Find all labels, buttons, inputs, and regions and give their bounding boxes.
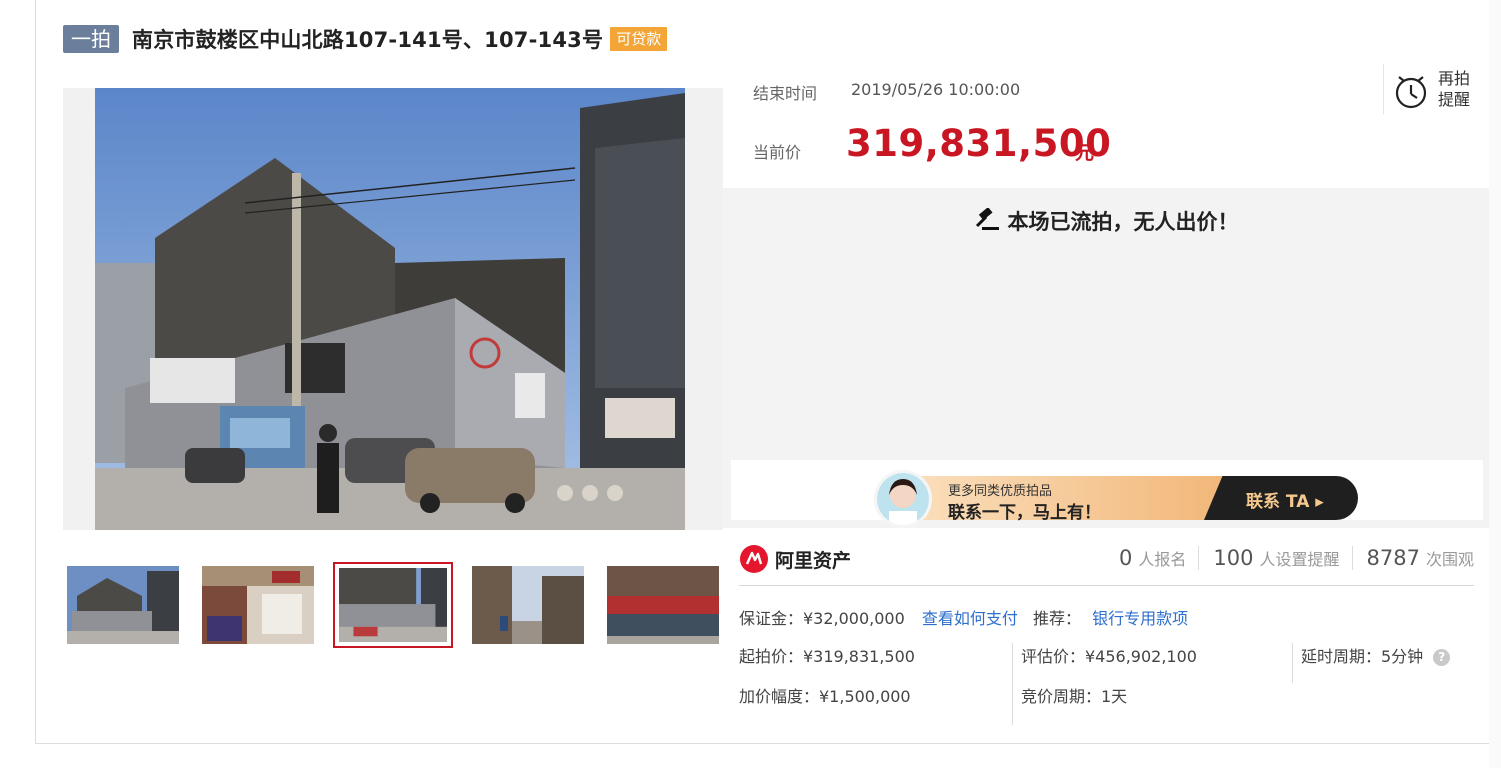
- promo-title: 联系一下，马上有！: [948, 503, 1101, 523]
- brand-row: 阿里资产 0 人报名 100 人设置提醒 8787 次围观: [739, 540, 1474, 586]
- promo-subtitle: 更多同类优质拍品: [948, 484, 1053, 499]
- start-price: 起拍价：¥319,831,500: [739, 647, 915, 666]
- stats-group: 0 人报名 100 人设置提醒 8787 次围观: [1105, 546, 1474, 570]
- remind-label: 再拍提醒: [1438, 69, 1471, 109]
- remind-button[interactable]: 再拍提醒: [1383, 64, 1483, 114]
- loan-badge[interactable]: 可贷款: [610, 27, 668, 51]
- stat-reminders-label: 人设置提醒: [1259, 550, 1340, 569]
- gavel-icon: [974, 207, 1000, 237]
- stat-reminders: 100 人设置提醒: [1198, 546, 1340, 570]
- auction-info: 结束时间 2019/05/26 10:00:00 当前价 319,831,500…: [723, 62, 1489, 188]
- deposit-row: 保证金：¥32,000,000 查看如何支付 推荐： 银行专用款项: [739, 605, 1188, 629]
- recommend-label: 推荐：: [1033, 609, 1082, 628]
- promo-banner[interactable]: 更多同类优质拍品 联系一下，马上有！ 联系 TA ▸: [874, 468, 1358, 528]
- page-title: 南京市鼓楼区中山北路107-141号、107-143号: [132, 28, 604, 52]
- stat-signups-label: 人报名: [1138, 550, 1187, 569]
- thumbnail-3[interactable]: [333, 562, 453, 648]
- stat-views: 8787 次围观: [1351, 546, 1474, 570]
- bid-cycle: 竞价周期：1天: [1021, 687, 1128, 706]
- auction-status: 本场已流拍，无人出价！: [723, 206, 1489, 237]
- deposit-value: 保证金：¥32,000,000: [739, 609, 905, 628]
- thumb-old-street: [472, 566, 584, 644]
- stat-views-label: 次围观: [1425, 550, 1474, 569]
- details-col-2: 评估价：¥456,902,100 竞价周期：1天: [1012, 643, 1197, 725]
- title-row: 一拍 南京市鼓楼区中山北路107-141号、107-143号 可贷款: [63, 24, 668, 54]
- details-col-3: 延时周期：5分钟?: [1292, 643, 1451, 683]
- thumbnail-1[interactable]: [63, 562, 183, 648]
- brand-name: 阿里资产: [775, 550, 852, 572]
- end-time-value: 2019/05/26 10:00:00: [851, 80, 1021, 99]
- thumb-shop-row: [607, 566, 719, 644]
- main-photo-image: [95, 88, 685, 530]
- contact-button[interactable]: 联系 TA ▸: [1246, 487, 1324, 512]
- delay-cycle: 延时周期：5分钟: [1301, 647, 1424, 666]
- round-badge: 一拍: [63, 25, 119, 53]
- avatar: [874, 470, 932, 528]
- main-photo[interactable]: [63, 88, 723, 530]
- thumb-building-front: [67, 566, 179, 644]
- ali-assets-logo-icon: [739, 544, 769, 578]
- thumbnail-5[interactable]: [603, 562, 723, 648]
- current-price-label: 当前价: [753, 143, 802, 162]
- status-panel: 本场已流拍，无人出价！ 更多同类优质拍品 联系一下，马上有！ 联系 TA ▸: [723, 188, 1489, 528]
- stat-reminders-count: 100: [1213, 546, 1254, 570]
- stat-signups: 0 人报名: [1105, 546, 1186, 570]
- thumbnail-strip: [63, 562, 723, 648]
- alarm-clock-icon: [1395, 76, 1427, 109]
- delay-cycle-row: 延时周期：5分钟?: [1301, 643, 1451, 683]
- help-icon[interactable]: ?: [1433, 649, 1451, 666]
- auction-status-text: 本场已流拍，无人出价！: [1007, 210, 1239, 234]
- appraisal-price: 评估价：¥456,902,100: [1021, 647, 1197, 666]
- thumb-store-interior: [202, 566, 314, 644]
- page-edge: [1489, 0, 1501, 768]
- thumbnail-4[interactable]: [468, 562, 588, 648]
- how-to-pay-link[interactable]: 查看如何支付: [922, 609, 1018, 628]
- stat-signups-count: 0: [1119, 546, 1133, 570]
- stat-views-count: 8787: [1366, 546, 1420, 570]
- current-price-value: 319,831,500: [846, 122, 1112, 165]
- bank-loan-link[interactable]: 银行专用款项: [1092, 609, 1188, 628]
- details-col-1: 起拍价：¥319,831,500 加价幅度：¥1,500,000: [739, 643, 915, 725]
- end-time-label: 结束时间: [753, 84, 818, 103]
- promo-area: 更多同类优质拍品 联系一下，马上有！ 联系 TA ▸: [731, 460, 1483, 528]
- thumbnail-2[interactable]: [198, 562, 318, 648]
- thumb-building-side: [339, 568, 447, 642]
- current-price-unit: 元: [1075, 142, 1095, 164]
- bid-increment: 加价幅度：¥1,500,000: [739, 687, 911, 706]
